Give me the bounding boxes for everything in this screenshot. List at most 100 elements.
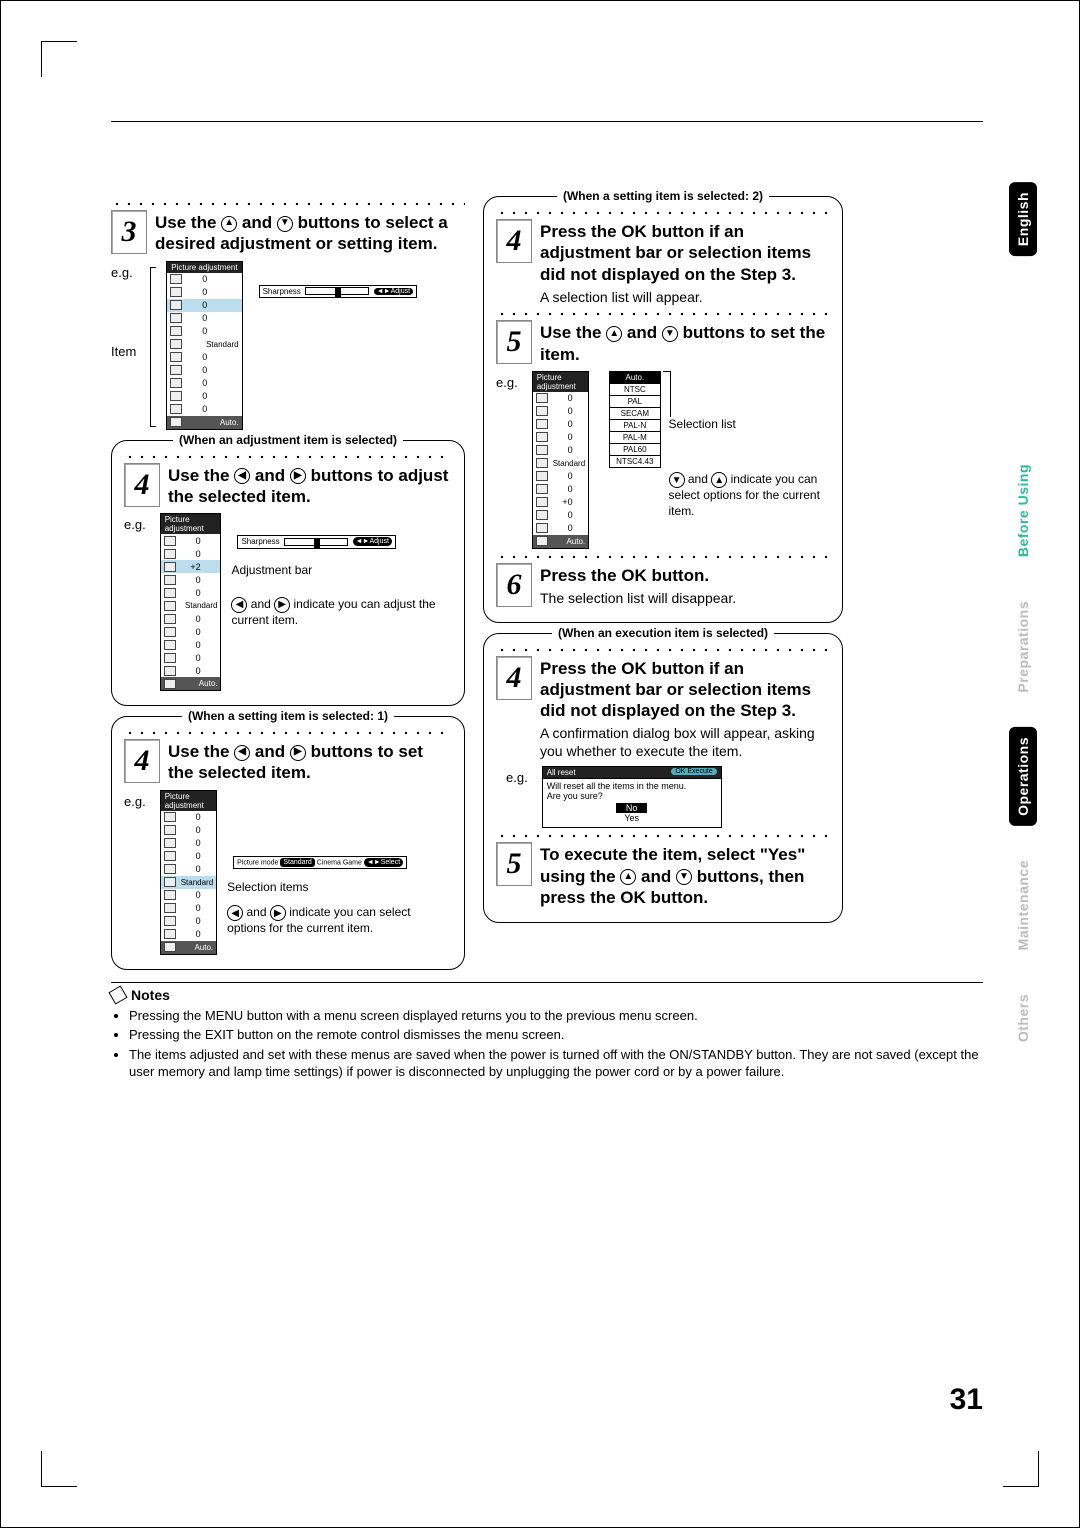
up-button-icon: ▲ (221, 216, 237, 232)
osd-row: 0 (161, 902, 216, 915)
step-divider (496, 832, 830, 840)
row-icon (170, 404, 182, 414)
osd-row: 0 (161, 850, 216, 863)
osd-menu: Picture adjustment 00+200Standard00000Au… (160, 513, 222, 691)
text: Use the (168, 742, 234, 761)
row-value: 0 (553, 445, 573, 455)
row-icon (536, 445, 548, 455)
callout-adjustment-bar: Adjustment bar (231, 563, 452, 579)
notes-section: Notes Pressing the MENU button with a me… (111, 982, 983, 1081)
row-value: 0 (187, 313, 207, 323)
row-value: 0 (181, 614, 201, 624)
row-text: Standard (181, 878, 213, 887)
row-text: Auto. (566, 537, 585, 546)
row-icon (164, 575, 176, 585)
text: Use the (155, 213, 221, 232)
row-value: 0 (187, 365, 207, 375)
dialog-option-yes: Yes (624, 813, 639, 823)
osd-row: +2 (161, 560, 221, 573)
osd-row: 0 (161, 915, 216, 928)
text: Press the OK button if an adjustment bar… (540, 659, 811, 721)
osd-row: 0 (167, 273, 241, 286)
selection-option: Auto. (610, 372, 659, 384)
step-text: Press the OK button if an adjustment bar… (540, 656, 830, 761)
row-value: 0 (553, 432, 573, 442)
down-button-icon: ▼ (662, 326, 678, 342)
note-item: The items adjusted and set with these me… (129, 1046, 983, 1081)
step-text: Press the OK button if an adjustment bar… (540, 219, 830, 306)
row-text: Auto. (199, 679, 218, 688)
row-value: 0 (187, 274, 207, 284)
osd-row: 0 (533, 431, 588, 444)
example-figure: e.g. Item Picture adjustment 00000Standa… (111, 261, 465, 430)
osd-row: Standard (167, 338, 241, 351)
selection-option: PAL-M (610, 432, 659, 444)
left-button-icon: ◀ (231, 597, 247, 613)
osd-row: 0 (161, 824, 216, 837)
step-5b: 5 To execute the item, select "Yes" usin… (496, 842, 830, 908)
text: and (251, 597, 274, 611)
osd-row: 0 (161, 534, 221, 547)
text: Use the (168, 466, 234, 485)
row-value: 0 (181, 627, 201, 637)
text: All reset (547, 768, 576, 777)
eg-label: e.g. (506, 770, 528, 785)
row-icon (164, 942, 176, 952)
osd-row: 0 (167, 390, 241, 403)
right-button-icon: ▶ (290, 745, 306, 761)
step-divider (496, 553, 830, 561)
osd-row: Auto. (161, 941, 216, 954)
selection-option: PAL60 (610, 444, 659, 456)
adjust-tag: ◄►Adjust (374, 288, 413, 295)
row-icon (164, 601, 176, 611)
osd-row: 0 (533, 444, 588, 457)
callout-lr: ◀ and ▶ indicate you can select options … (227, 905, 452, 937)
step-number: 4 (124, 463, 160, 507)
adjust-tag: ◄►Adjust (353, 537, 392, 546)
row-value: 0 (553, 406, 573, 416)
left-column: 3 Use the ▲ and ▼ buttons to select a de… (111, 196, 465, 970)
pencil-icon (108, 985, 127, 1004)
row-value: 0 (181, 864, 201, 874)
box-title: (When a setting item is selected: 1) (182, 709, 394, 723)
row-value: 0 (181, 653, 201, 663)
select-tag: ◄►Select (364, 858, 403, 867)
osd-row: 0 (161, 612, 221, 625)
osd-row: Auto. (167, 416, 241, 429)
selection-option: NTSC4.43 (610, 456, 659, 467)
row-value: 0 (181, 588, 201, 598)
row-value: 0 (553, 510, 573, 520)
row-value: 0 (187, 378, 207, 388)
step-number: 4 (124, 739, 160, 783)
row-value: 0 (181, 916, 201, 926)
left-button-icon: ◀ (227, 905, 243, 921)
osd-menu: Picture adjustment 00000Standard00000Aut… (166, 261, 242, 430)
row-value: 0 (181, 640, 201, 650)
mode-label: Picture mode (237, 859, 278, 866)
osd-row: 0 (167, 403, 241, 416)
down-button-icon: ▼ (669, 472, 685, 488)
selection-option: NTSC (610, 384, 659, 396)
up-button-icon: ▲ (620, 869, 636, 885)
row-value: 0 (181, 575, 201, 585)
callouts: Selection list ▼ and ▲ indicate you can … (669, 371, 830, 520)
row-icon (164, 588, 176, 598)
adjust-callout: Sharpness ◄►Adjust (253, 285, 417, 303)
row-icon (164, 536, 176, 546)
step-3: 3 Use the ▲ and ▼ buttons to select a de… (111, 210, 465, 255)
row-value: 0 (553, 523, 573, 533)
osd-row: 0 (533, 418, 588, 431)
row-icon (164, 614, 176, 624)
row-icon (164, 838, 176, 848)
row-icon (536, 458, 548, 468)
osd-row: 0 (533, 405, 588, 418)
row-icon (164, 851, 176, 861)
row-icon (536, 536, 548, 546)
row-icon (170, 417, 182, 427)
row-value: 0 (187, 300, 207, 310)
row-icon (170, 274, 182, 284)
step-subtext: A confirmation dialog box will appear, a… (540, 725, 830, 760)
step-text: Press the OK button. The selection list … (540, 563, 736, 608)
step-number: 4 (496, 656, 532, 700)
osd-row: 0 (533, 483, 588, 496)
